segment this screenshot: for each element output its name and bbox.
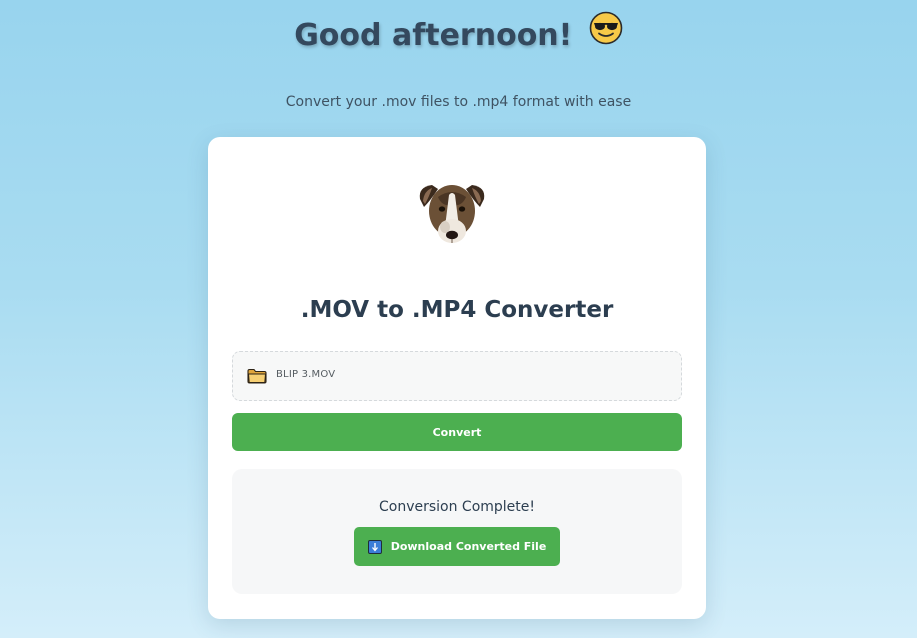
download-button-label: Download Converted File bbox=[390, 540, 547, 553]
folder-icon bbox=[247, 368, 267, 388]
download-arrow-icon bbox=[367, 539, 382, 554]
converter-title: .MOV to .MP4 Converter bbox=[300, 297, 614, 323]
convert-button[interactable]: Convert bbox=[232, 413, 682, 451]
sunglasses-face-icon bbox=[589, 11, 623, 56]
selected-file-name: BLIP 3.MOV bbox=[276, 369, 336, 380]
greeting-text: Good afternoon! bbox=[294, 18, 573, 53]
conversion-result-panel: Conversion Complete! Download Converted … bbox=[232, 469, 682, 594]
conversion-status-text: Conversion Complete! bbox=[378, 499, 536, 515]
dog-head-icon bbox=[412, 177, 492, 251]
file-input-dropzone[interactable]: BLIP 3.MOV bbox=[232, 351, 682, 401]
download-converted-file-button[interactable]: Download Converted File bbox=[354, 527, 560, 566]
page-subtitle: Convert your .mov files to .mp4 format w… bbox=[285, 94, 632, 110]
converter-card: .MOV to .MP4 Converter BLIP 3.MOV Conver… bbox=[208, 137, 706, 619]
greeting-heading: Good afternoon! bbox=[0, 11, 917, 59]
